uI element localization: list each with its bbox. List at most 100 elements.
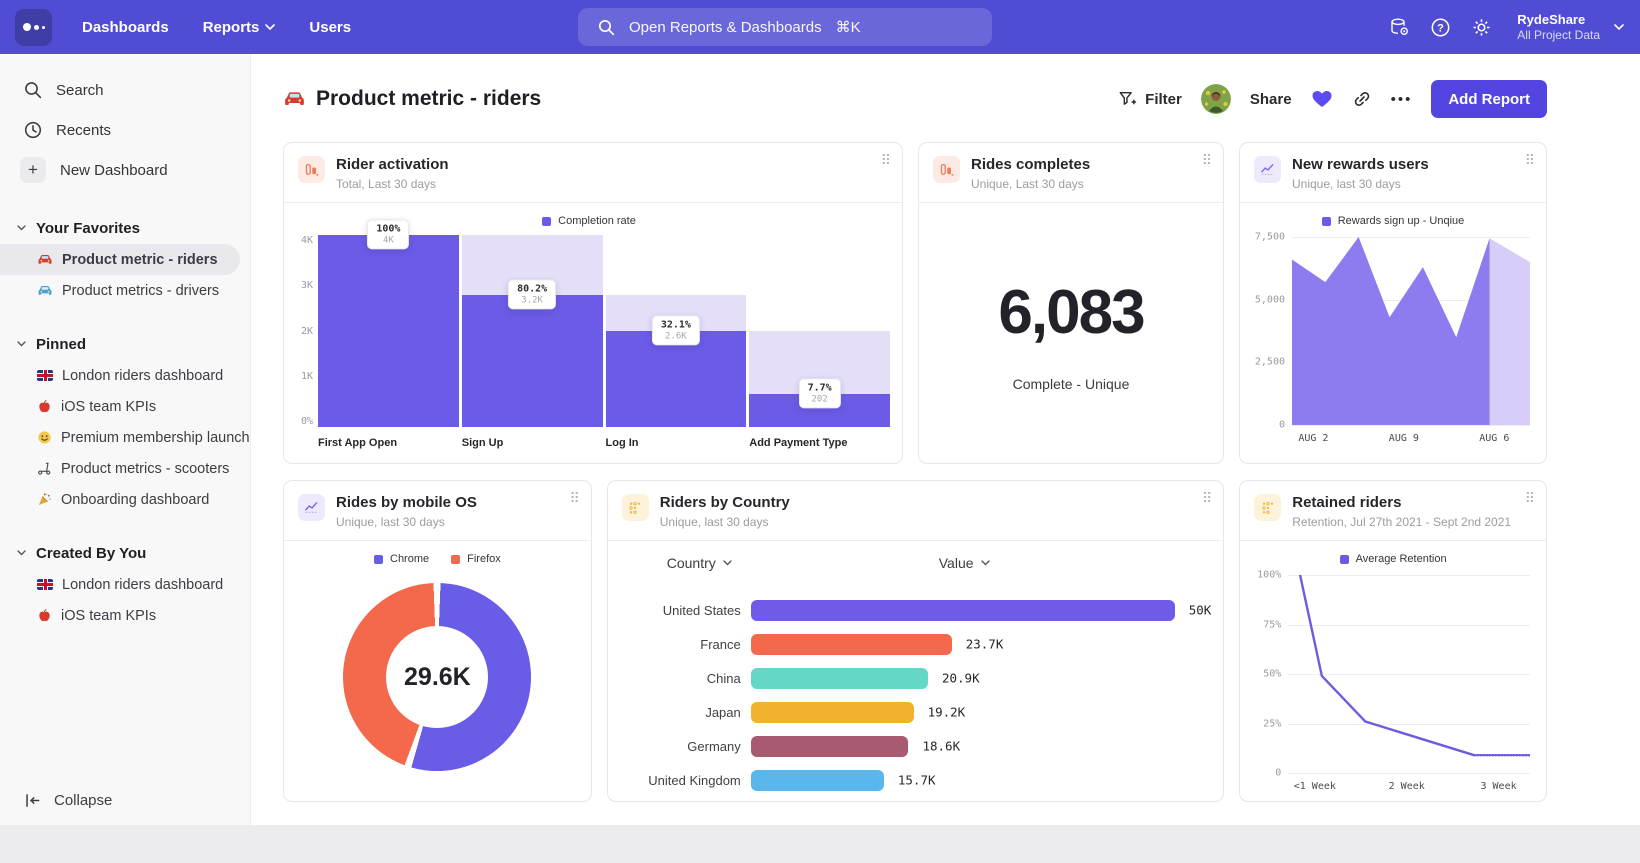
- data-management-icon[interactable]: [1388, 16, 1410, 38]
- sidebar-item-recents[interactable]: Recents: [0, 110, 250, 150]
- collapse-sidebar-button[interactable]: Collapse: [24, 792, 112, 809]
- drag-handle-icon[interactable]: ⠿: [881, 153, 891, 167]
- x-tick-label: 2 Week: [1389, 781, 1425, 792]
- funnel-step[interactable]: 32.1%2.6K: [606, 235, 747, 427]
- collapse-label: Collapse: [54, 792, 112, 809]
- funnel-step[interactable]: 80.2%3.2K: [462, 235, 603, 427]
- country-row[interactable]: United Kingdom15.7K: [624, 763, 1224, 797]
- chart-legend[interactable]: Average Retention: [1240, 547, 1546, 571]
- chart-legend[interactable]: Rewards sign up - Unqiue: [1240, 209, 1546, 233]
- nav-dashboards[interactable]: Dashboards: [82, 19, 169, 36]
- sidebar-item-product-metric-riders[interactable]: Product metric - riders: [0, 244, 240, 275]
- donut-ring[interactable]: 29.6K: [343, 583, 531, 771]
- country-bar[interactable]: [751, 600, 1175, 621]
- sidebar-item-new-dashboard[interactable]: + New Dashboard: [0, 150, 250, 190]
- more-options-button[interactable]: •••: [1391, 91, 1413, 108]
- column-header-label: Value: [939, 555, 974, 571]
- country-bar[interactable]: [751, 634, 952, 655]
- x-tick-label: AUG 6: [1479, 433, 1509, 444]
- y-tick-label: 5,000: [1255, 294, 1285, 305]
- y-tick-label: 100%: [1257, 570, 1281, 581]
- country-label: China: [624, 671, 751, 686]
- country-row[interactable]: United States50K: [624, 593, 1224, 627]
- sidebar-item-premium-membership-launch[interactable]: Premium membership launch: [0, 422, 250, 453]
- search-icon: [24, 81, 42, 99]
- value-column-dropdown[interactable]: Value: [939, 555, 990, 571]
- scooter-icon: [37, 461, 52, 476]
- y-tick-label: 0%: [301, 416, 313, 427]
- retention-line[interactable]: [1288, 575, 1530, 773]
- y-tick-label: 75%: [1263, 619, 1281, 630]
- funnel-step[interactable]: 7.7%202: [749, 235, 890, 427]
- help-icon[interactable]: ?: [1429, 16, 1451, 38]
- app-logo[interactable]: [15, 9, 52, 46]
- sidebar-item-product-metrics-drivers[interactable]: Product metrics - drivers: [0, 275, 250, 306]
- country-bar[interactable]: [751, 736, 909, 757]
- area-series[interactable]: [1292, 237, 1530, 425]
- drag-handle-icon[interactable]: ⠿: [569, 491, 579, 505]
- card-header: Riders by Country Unique, last 30 days ⠿: [608, 481, 1224, 541]
- tooltip-count: 2.6K: [661, 331, 691, 341]
- copy-link-button[interactable]: [1352, 89, 1372, 109]
- country-row[interactable]: France23.7K: [624, 627, 1224, 661]
- workspace-name: RydeShare: [1517, 12, 1600, 28]
- workspace-switcher[interactable]: RydeShare All Project Data: [1517, 12, 1624, 43]
- funnel-step-tooltip: 80.2%3.2K: [508, 279, 556, 309]
- grid-chart-icon: [622, 494, 649, 521]
- gridline: [1292, 425, 1530, 426]
- legend-swatch: [451, 555, 460, 564]
- apple-icon: [37, 399, 52, 414]
- funnel-step-bar[interactable]: [318, 235, 459, 427]
- chevron-down-icon: [265, 24, 275, 30]
- card-rides-by-mobile-os: Rides by mobile OS Unique, last 30 days …: [283, 480, 592, 802]
- sidebar-item-product-metrics-scooters[interactable]: Product metrics - scooters: [0, 453, 250, 484]
- country-bar[interactable]: [751, 702, 914, 723]
- favorite-button[interactable]: [1311, 89, 1333, 109]
- country-bar[interactable]: [751, 668, 928, 689]
- country-column-dropdown[interactable]: Country: [667, 555, 732, 571]
- section-pinned[interactable]: Pinned: [0, 328, 250, 360]
- tooltip-percent: 100%: [376, 223, 400, 234]
- settings-gear-icon[interactable]: [1470, 16, 1492, 38]
- sidebar-item-london-riders-dashboard-2[interactable]: London riders dashboard: [0, 569, 250, 600]
- country-label: Japan: [624, 705, 751, 720]
- country-row[interactable]: Japan19.2K: [624, 695, 1224, 729]
- sidebar-item-london-riders-dashboard[interactable]: London riders dashboard: [0, 360, 250, 391]
- funnel-step[interactable]: 100%4K: [318, 235, 459, 427]
- filter-button[interactable]: Filter: [1118, 90, 1182, 108]
- funnel-step-bar[interactable]: [462, 295, 603, 427]
- clock-icon: [24, 121, 42, 139]
- sidebar-item-search[interactable]: Search: [0, 70, 250, 110]
- drag-handle-icon[interactable]: ⠿: [1525, 153, 1535, 167]
- plot-area: [1292, 237, 1530, 425]
- chevron-down-icon: [17, 341, 26, 347]
- country-bar[interactable]: [751, 770, 884, 791]
- country-row[interactable]: China20.9K: [624, 661, 1224, 695]
- sidebar-item-onboarding-dashboard[interactable]: Onboarding dashboard: [0, 484, 250, 515]
- sidebar-item-ios-team-kpis[interactable]: iOS team KPIs: [0, 391, 250, 422]
- sidebar-item-label: Search: [56, 82, 104, 99]
- y-axis: 7,5005,0002,5000: [1246, 237, 1292, 425]
- drag-handle-icon[interactable]: ⠿: [1202, 491, 1212, 505]
- nav-users[interactable]: Users: [309, 19, 351, 36]
- legend-swatch: [374, 555, 383, 564]
- section-created-by-you[interactable]: Created By You: [0, 537, 250, 569]
- nav-reports[interactable]: Reports: [203, 19, 276, 36]
- card-rider-activation: Rider activation Total, Last 30 days ⠿ C…: [283, 142, 903, 464]
- chart-legend[interactable]: Chrome Firefox: [284, 547, 591, 571]
- country-label: Germany: [624, 739, 751, 754]
- legend-label: Chrome: [390, 553, 429, 565]
- avatar[interactable]: [1201, 84, 1231, 114]
- global-search-input[interactable]: Open Reports & Dashboards ⌘K: [578, 8, 992, 46]
- add-report-button[interactable]: Add Report: [1431, 80, 1547, 118]
- window-bottom-strip: [0, 825, 1640, 863]
- section-your-favorites[interactable]: Your Favorites: [0, 212, 250, 244]
- share-button[interactable]: Share: [1250, 91, 1292, 108]
- sidebar-item-ios-team-kpis-2[interactable]: iOS team KPIs: [0, 600, 250, 631]
- card-header: Rider activation Total, Last 30 days ⠿: [284, 143, 902, 203]
- card-header: New rewards users Unique, last 30 days ⠿: [1240, 143, 1546, 203]
- country-row[interactable]: Germany18.6K: [624, 729, 1224, 763]
- sidebar-item-label: Recents: [56, 122, 111, 139]
- drag-handle-icon[interactable]: ⠿: [1202, 153, 1212, 167]
- drag-handle-icon[interactable]: ⠿: [1525, 491, 1535, 505]
